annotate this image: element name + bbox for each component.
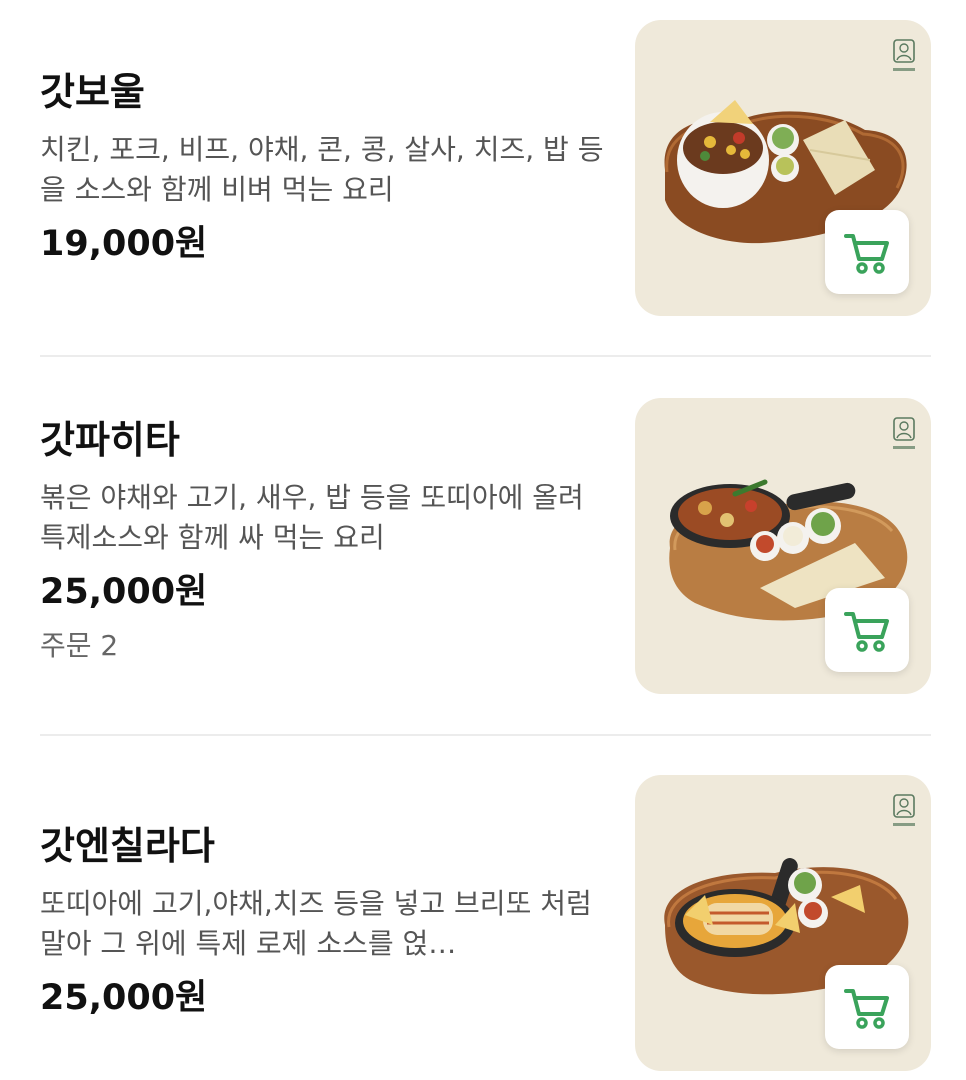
add-to-cart-button[interactable] — [825, 588, 909, 672]
brand-logo-icon — [893, 417, 915, 449]
add-to-cart-button[interactable] — [825, 210, 909, 294]
menu-item-price: 25,000원 — [40, 572, 208, 612]
menu-item[interactable]: 갓보울 치킨, 포크, 비프, 야채, 콘, 콩, 살사, 치즈, 밥 등을 소… — [0, 0, 966, 340]
brand-logo-icon — [893, 39, 915, 71]
menu-item-name: 갓파히타 — [40, 418, 180, 462]
menu-item-info: 갓엔칠라다 또띠아에 고기,야채,치즈 등을 넣고 브리또 처럼 말아 그 위에… — [40, 824, 615, 1022]
add-to-cart-button[interactable] — [825, 965, 909, 1049]
menu-item-price: 25,000원 — [40, 978, 208, 1018]
cart-icon — [844, 612, 889, 652]
divider — [40, 355, 931, 357]
brand-logo-icon — [893, 794, 915, 826]
order-count: 주문 2 — [40, 629, 119, 662]
cart-icon — [844, 234, 889, 274]
menu-item-price: 19,000원 — [40, 224, 208, 264]
menu-item-description: 치킨, 포크, 비프, 야채, 콘, 콩, 살사, 치즈, 밥 등을 소스와 함… — [40, 133, 604, 206]
menu-item-image[interactable] — [635, 775, 931, 1071]
menu-item-name: 갓엔칠라다 — [40, 824, 215, 868]
menu-item[interactable]: 갓파히타 볶은 야채와 고기, 새우, 밥 등을 또띠아에 올려 특제소스와 함… — [0, 360, 966, 730]
menu-item[interactable]: 갓엔칠라다 또띠아에 고기,야채,치즈 등을 넣고 브리또 처럼 말아 그 위에… — [0, 740, 966, 1080]
menu-item-info: 갓파히타 볶은 야채와 고기, 새우, 밥 등을 또띠아에 올려 특제소스와 함… — [40, 418, 615, 664]
menu-item-name: 갓보울 — [40, 70, 145, 114]
menu-item-image[interactable] — [635, 398, 931, 694]
divider — [40, 734, 931, 736]
menu-item-description: 또띠아에 고기,야채,치즈 등을 넣고 브리또 처럼 말아 그 위에 특제 로제… — [40, 887, 592, 960]
menu-list: 갓보울 치킨, 포크, 비프, 야채, 콘, 콩, 살사, 치즈, 밥 등을 소… — [0, 0, 966, 1080]
menu-item-info: 갓보울 치킨, 포크, 비프, 야채, 콘, 콩, 살사, 치즈, 밥 등을 소… — [40, 70, 615, 268]
cart-icon — [844, 989, 889, 1029]
menu-item-description: 볶은 야채와 고기, 새우, 밥 등을 또띠아에 올려 특제소스와 함께 싸 먹… — [40, 481, 584, 554]
menu-item-image[interactable] — [635, 20, 931, 316]
